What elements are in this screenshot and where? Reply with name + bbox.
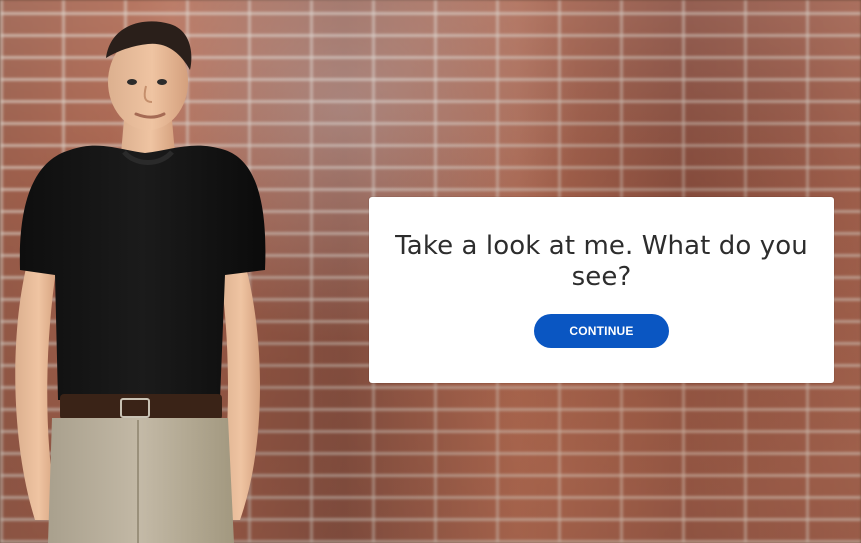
dialog-message: Take a look at me. What do you see? <box>395 231 808 292</box>
right-eye <box>157 79 167 85</box>
character-illustration <box>15 21 266 543</box>
scene: Take a look at me. What do you see? CONT… <box>0 0 861 543</box>
character-image <box>0 0 300 543</box>
dialog-card: Take a look at me. What do you see? CONT… <box>369 197 834 383</box>
continue-button[interactable]: CONTINUE <box>534 314 669 348</box>
left-eye <box>127 79 137 85</box>
khaki-pants <box>48 418 234 543</box>
